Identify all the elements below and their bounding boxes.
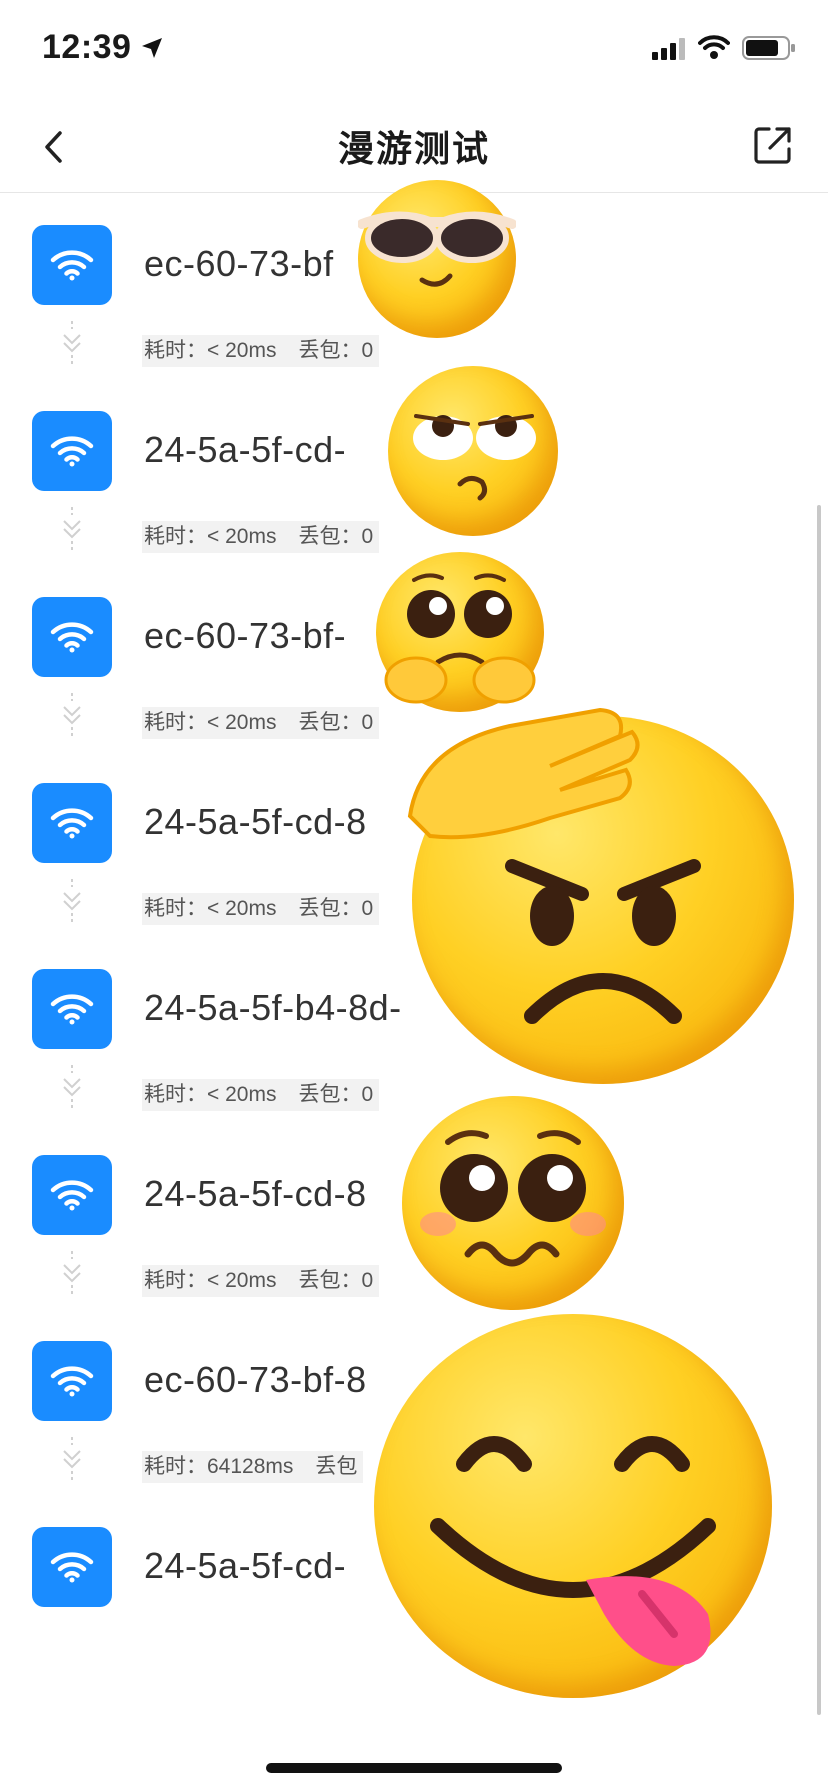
latency-label: 耗时：< 20ms <box>144 897 277 920</box>
latency-label: 耗时：< 20ms <box>144 1269 277 1292</box>
packet-loss-label: 丢包：0 <box>298 711 374 734</box>
wifi-icon <box>32 225 112 305</box>
wifi-icon <box>32 597 112 677</box>
stat-badge: 耗时：64128ms 丢包 <box>142 1451 364 1483</box>
latency-label: 耗时：64128ms <box>144 1455 294 1478</box>
chevron-down-icon <box>63 507 81 551</box>
page-title: 漫游测试 <box>337 128 490 169</box>
ap-name: ec-60-73-bf <box>144 243 334 284</box>
chevron-down-icon <box>63 1251 81 1295</box>
eye-roll-emoji <box>388 366 558 536</box>
pleading-hands-emoji <box>376 552 544 712</box>
chevron-down-icon <box>63 693 81 737</box>
chevron-down-icon <box>63 321 81 365</box>
stat-badge: 耗时：< 20ms 丢包：0 <box>142 335 380 367</box>
ap-name: 24-5a-5f-cd-8 <box>144 801 367 842</box>
stat-badge: 耗时：< 20ms 丢包：0 <box>142 707 380 739</box>
status-time: 12:39 <box>42 28 132 66</box>
sunglasses-emoji <box>358 180 516 338</box>
ap-name: 24-5a-5f-b4-8d- <box>144 987 402 1028</box>
packet-loss-label: 丢包：0 <box>298 525 374 548</box>
stat-badge: 耗时：< 20ms 丢包：0 <box>142 893 380 925</box>
latency-label: 耗时：< 20ms <box>144 711 277 734</box>
share-button[interactable] <box>748 120 798 170</box>
chevron-down-icon <box>63 1065 81 1109</box>
chevron-down-icon <box>63 1437 81 1481</box>
stat-badge: 耗时：< 20ms 丢包：0 <box>142 1079 380 1111</box>
packet-loss-label: 丢包：0 <box>298 1269 374 1292</box>
ap-name: ec-60-73-bf-8 <box>144 1359 367 1400</box>
palm-hand <box>400 706 640 846</box>
ap-name: ec-60-73-bf- <box>144 615 347 656</box>
wifi-icon <box>32 1341 112 1421</box>
wifi-icon <box>32 411 112 491</box>
latency-label: 耗时：< 20ms <box>144 339 277 362</box>
latency-label: 耗时：< 20ms <box>144 1083 277 1106</box>
battery-icon <box>742 36 798 65</box>
status-bar: 12:39 <box>0 0 828 100</box>
share-icon <box>754 127 791 164</box>
packet-loss-label: 丢包：0 <box>298 897 374 920</box>
wifi-icon <box>32 1527 112 1607</box>
stat-badge: 耗时：< 20ms 丢包：0 <box>142 521 380 553</box>
wifi-icon <box>32 969 112 1049</box>
packet-loss-label: 丢包 <box>315 1455 358 1478</box>
ap-name: 24-5a-5f-cd- <box>144 1545 347 1586</box>
packet-loss-label: 丢包：0 <box>298 339 374 362</box>
ap-name: 24-5a-5f-cd- <box>144 429 347 470</box>
cellular-signal-icon <box>652 38 688 65</box>
scrollbar[interactable] <box>817 505 821 1715</box>
wifi-icon <box>32 1155 112 1235</box>
home-indicator[interactable] <box>266 1763 562 1773</box>
wifi-icon <box>32 783 112 863</box>
location-arrow-icon <box>140 36 164 65</box>
latency-label: 耗时：< 20ms <box>144 525 277 548</box>
ap-name: 24-5a-5f-cd-8 <box>144 1173 367 1214</box>
wifi-status-icon <box>698 34 730 65</box>
yum-emoji <box>374 1314 772 1698</box>
chevron-down-icon <box>63 879 81 923</box>
packet-loss-label: 丢包：0 <box>298 1083 374 1106</box>
pleading-emoji <box>402 1096 624 1310</box>
stat-badge: 耗时：< 20ms 丢包：0 <box>142 1265 380 1297</box>
